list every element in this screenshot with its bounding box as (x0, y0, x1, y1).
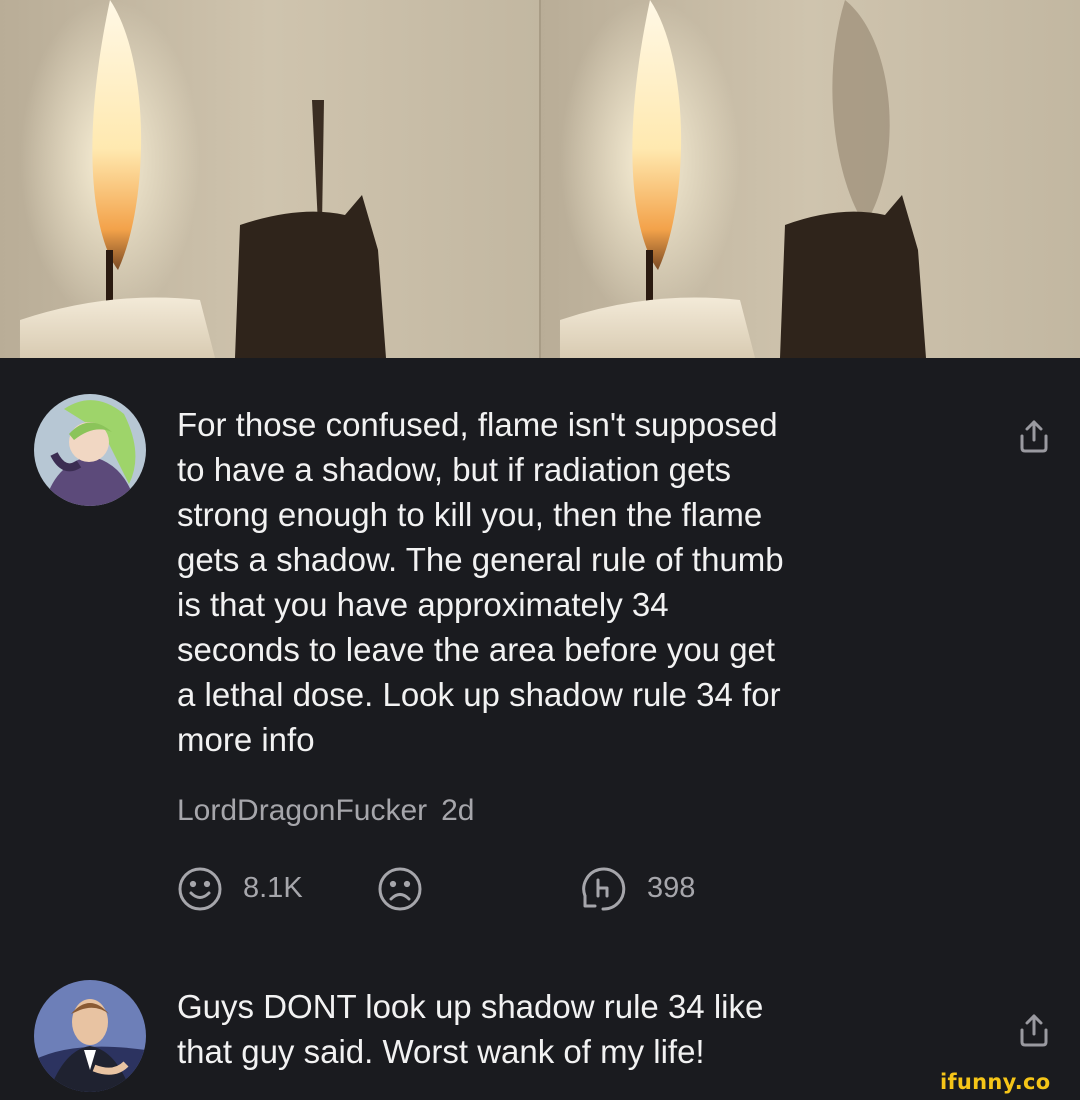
comment-meta: LordDragonFucker 2d (177, 794, 475, 828)
meme-image (0, 0, 1080, 358)
avatar[interactable] (34, 980, 146, 1092)
comment: Guys DONT look up shadow rule 34 like th… (0, 978, 1080, 1100)
share-icon[interactable] (1014, 416, 1054, 456)
comment-actions: 8.1K 398 (177, 866, 777, 914)
reply-count: 398 (647, 872, 696, 904)
smile-icon[interactable] (177, 866, 223, 912)
comment-text: Guys DONT look up shadow rule 34 like th… (177, 988, 764, 1070)
watermark: ifunny.co (940, 1070, 1051, 1094)
share-icon[interactable] (1014, 1010, 1054, 1050)
frown-icon[interactable] (377, 866, 423, 912)
comment-text: For those confused, flame isn't supposed… (177, 406, 784, 758)
comment: For those confused, flame isn't supposed… (0, 358, 1080, 978)
reply-icon[interactable] (580, 866, 626, 912)
timestamp: 2d (441, 794, 475, 827)
username[interactable]: LordDragonFucker (177, 794, 427, 827)
like-count: 8.1K (243, 872, 303, 904)
avatar[interactable] (34, 394, 146, 506)
